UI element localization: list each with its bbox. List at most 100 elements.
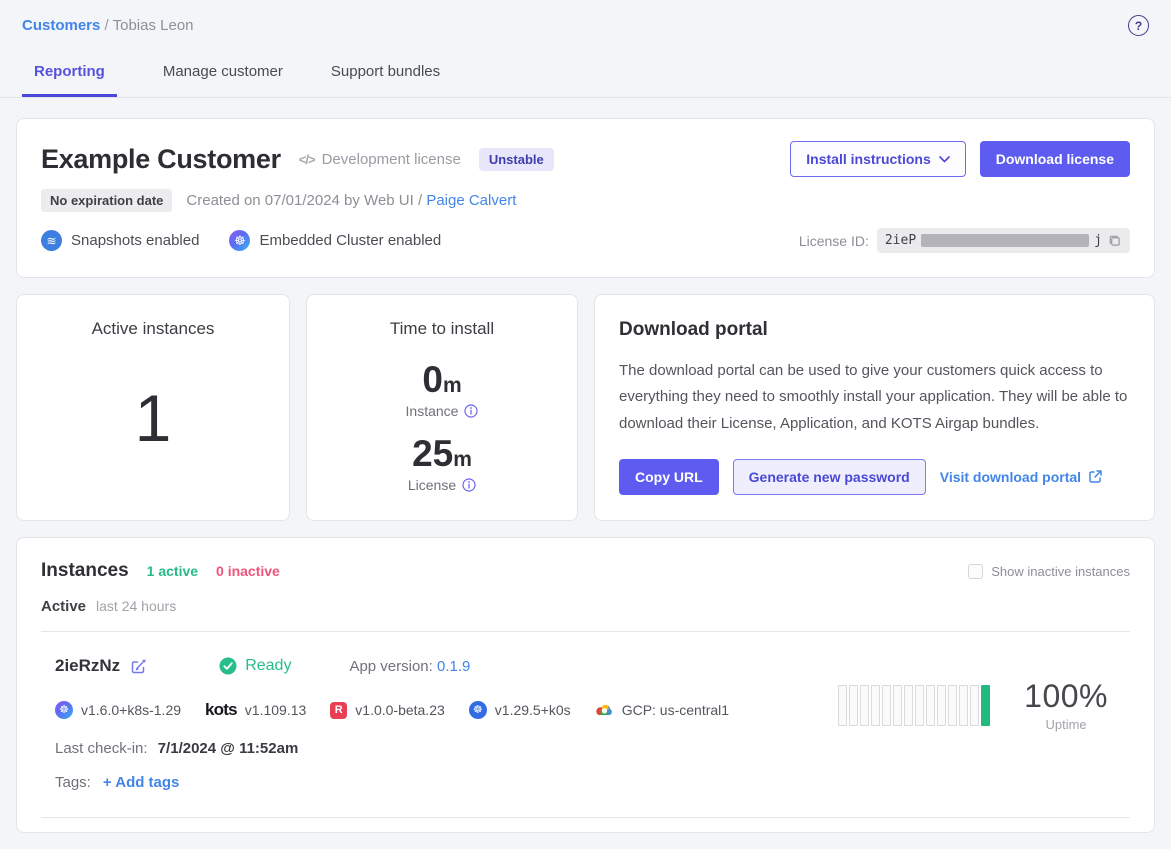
- tti-instance-label: Instance: [406, 403, 459, 419]
- version-kubernetes: ☸ v1.29.5+k0s: [469, 701, 571, 719]
- license-id-label: License ID:: [799, 233, 869, 249]
- tti-license-label: License: [408, 477, 456, 493]
- stats-row: Active instances 1 Time to install 0m In…: [16, 294, 1155, 521]
- active-instances-value: 1: [135, 380, 172, 456]
- copy-url-button[interactable]: Copy URL: [619, 459, 719, 495]
- uptime-bar: [849, 685, 858, 726]
- breadcrumb-current: Tobias Leon: [113, 17, 194, 34]
- generate-password-button[interactable]: Generate new password: [733, 459, 926, 495]
- breadcrumb-customers-link[interactable]: Customers: [22, 17, 100, 34]
- license-type: </> Development license: [299, 151, 461, 168]
- tags-label: Tags:: [55, 774, 91, 791]
- top-bar: Customers / Tobias Leon ?: [0, 0, 1171, 46]
- time-to-install-title: Time to install: [331, 319, 553, 339]
- main-content: Example Customer </> Development license…: [0, 98, 1171, 849]
- download-portal-description: The download portal can be used to give …: [619, 358, 1130, 437]
- license-id-field: 2ieP j: [877, 228, 1130, 253]
- customer-card: Example Customer </> Development license…: [16, 118, 1155, 278]
- tti-instance-unit: m: [443, 374, 462, 397]
- tti-license-unit: m: [453, 448, 472, 471]
- license-id-suffix: j: [1094, 233, 1102, 248]
- uptime-bar: [871, 685, 880, 726]
- version-kots: kots v1.109.13: [205, 700, 306, 720]
- version-text: v1.29.5+k0s: [495, 702, 571, 718]
- feature-snapshots: ≋ Snapshots enabled: [41, 230, 199, 251]
- show-inactive-label: Show inactive instances: [991, 564, 1130, 579]
- install-instructions-label: Install instructions: [806, 151, 930, 167]
- uptime-bar: [904, 685, 913, 726]
- tab-reporting[interactable]: Reporting: [22, 50, 117, 97]
- instance-id: 2ieRzNz: [55, 656, 120, 676]
- uptime-widget: 100% Uptime: [838, 678, 1108, 732]
- active-section-period: last 24 hours: [96, 598, 176, 614]
- breadcrumb: Customers / Tobias Leon: [22, 17, 194, 34]
- uptime-bar: [937, 685, 946, 726]
- uptime-bar: [970, 685, 979, 726]
- help-icon[interactable]: ?: [1128, 15, 1149, 36]
- app-version-link[interactable]: 0.1.9: [437, 658, 470, 675]
- add-tags-link[interactable]: + Add tags: [103, 774, 180, 791]
- snapshots-icon: ≋: [41, 230, 62, 251]
- show-inactive-checkbox[interactable]: [968, 564, 983, 579]
- uptime-value: 100%: [1024, 678, 1108, 715]
- instance-status-label: Ready: [245, 657, 291, 675]
- uptime-bar: [893, 685, 902, 726]
- embedded-cluster-icon: ☸: [229, 230, 250, 251]
- edit-instance-icon[interactable]: [130, 658, 147, 675]
- version-replicated: R v1.0.0-beta.23: [330, 702, 445, 719]
- download-license-button[interactable]: Download license: [980, 141, 1130, 177]
- inactive-count: 0 inactive: [216, 563, 280, 579]
- feature-snapshots-label: Snapshots enabled: [71, 232, 199, 249]
- kots-logo: kots: [205, 700, 237, 720]
- instance-row: 2ieRzNz Ready App version: 0.1.9 ☸ v1.6.…: [41, 632, 1130, 818]
- tab-manage-customer[interactable]: Manage customer: [161, 50, 285, 97]
- tti-instance-group: 0m Instance: [331, 361, 553, 419]
- install-instructions-button[interactable]: Install instructions: [790, 141, 965, 177]
- show-inactive-toggle[interactable]: Show inactive instances: [968, 564, 1130, 579]
- version-text: GCP: us-central1: [622, 702, 729, 718]
- kubernetes-icon: ☸: [469, 701, 487, 719]
- gcp-icon: [595, 702, 614, 718]
- tti-license-group: 25m License: [331, 435, 553, 493]
- last-checkin-label: Last check-in:: [55, 740, 148, 757]
- version-gcp-region: GCP: us-central1: [595, 702, 729, 718]
- customer-name: Example Customer: [41, 144, 281, 175]
- instances-title: Instances: [41, 560, 129, 582]
- chevron-down-icon: [939, 156, 950, 163]
- info-icon[interactable]: [462, 478, 476, 492]
- tti-license-value: 25: [412, 433, 453, 474]
- uptime-bar: [838, 685, 847, 726]
- visit-portal-label: Visit download portal: [940, 469, 1081, 485]
- active-count: 1 active: [147, 563, 198, 579]
- created-text: Created on 07/01/2024 by Web UI / Paige …: [186, 192, 516, 209]
- tab-bar: Reporting Manage customer Support bundle…: [0, 50, 1171, 98]
- code-icon: </>: [299, 152, 315, 167]
- info-icon[interactable]: [464, 404, 478, 418]
- external-link-icon: [1088, 469, 1103, 484]
- created-on-label: Created on 07/01/2024 by Web UI /: [186, 192, 422, 209]
- last-checkin: Last check-in: 7/1/2024 @ 11:52am: [55, 740, 1116, 757]
- copy-license-icon[interactable]: [1107, 233, 1122, 248]
- created-by-link[interactable]: Paige Calvert: [426, 192, 516, 209]
- tti-instance-value: 0: [422, 359, 443, 400]
- time-to-install-card: Time to install 0m Instance 25m License: [306, 294, 578, 521]
- version-text: v1.109.13: [245, 702, 307, 718]
- feature-embedded-cluster: ☸ Embedded Cluster enabled: [229, 230, 441, 251]
- tab-support-bundles[interactable]: Support bundles: [329, 50, 442, 97]
- check-circle-icon: [219, 657, 237, 675]
- breadcrumb-separator: /: [105, 17, 113, 34]
- uptime-label: Uptime: [1024, 717, 1108, 732]
- version-text: v1.6.0+k8s-1.29: [81, 702, 181, 718]
- replicated-icon: R: [330, 702, 347, 719]
- uptime-bar: [959, 685, 968, 726]
- uptime-bar: [860, 685, 869, 726]
- instances-card: Instances 1 active 0 inactive Show inact…: [16, 537, 1155, 833]
- visit-portal-link[interactable]: Visit download portal: [940, 469, 1103, 485]
- active-instances-card: Active instances 1: [16, 294, 290, 521]
- uptime-bar: [948, 685, 957, 726]
- embedded-cluster-icon: ☸: [55, 701, 73, 719]
- download-portal-title: Download portal: [619, 319, 1130, 341]
- channel-badge: Unstable: [479, 148, 554, 171]
- license-id-prefix: 2ieP: [885, 233, 916, 248]
- active-instances-title: Active instances: [41, 319, 265, 339]
